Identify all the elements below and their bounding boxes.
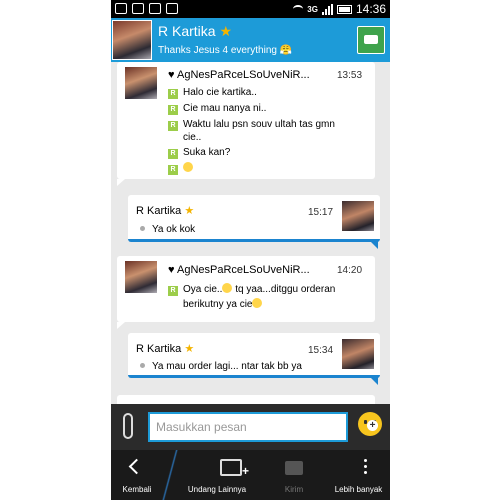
chats-icon[interactable] bbox=[357, 26, 385, 54]
signal-icon bbox=[321, 3, 333, 15]
invite-button[interactable]: Undang Lainnya bbox=[173, 450, 261, 500]
message-line: R Cie mau nanya ni.. bbox=[168, 102, 266, 115]
delivered-icon bbox=[140, 226, 145, 231]
bbm-r-icon: R bbox=[168, 105, 178, 115]
battery-icon bbox=[336, 4, 352, 14]
message-time: 15:17 bbox=[308, 207, 334, 218]
notification-icon bbox=[115, 3, 127, 14]
chevron-left-icon bbox=[128, 458, 145, 475]
contact-name: R Kartika ★ bbox=[158, 23, 232, 40]
sender-name-text: R Kartika bbox=[136, 205, 182, 217]
heart-icon: ♥ bbox=[168, 264, 175, 276]
more-button[interactable]: Lebih banyak bbox=[327, 450, 390, 500]
outgoing-message: R Kartika ★ 15:34 Ya mau order lagi... n… bbox=[128, 333, 380, 385]
message-time: 15:34 bbox=[308, 345, 334, 356]
star-icon: ★ bbox=[219, 23, 233, 39]
smiley-icon bbox=[252, 298, 263, 308]
smiley-icon bbox=[183, 162, 193, 172]
bbm-notification-icon bbox=[166, 3, 178, 14]
bbm-r-icon: R bbox=[168, 165, 178, 175]
bubble-tail bbox=[370, 241, 378, 249]
message-input[interactable] bbox=[148, 412, 348, 442]
phone-screen: 3G 14:36 R Kartika ★ Thanks Jesus 4 ever… bbox=[111, 0, 390, 500]
message-line: Ya mau order lagi... ntar tak bb ya bbox=[140, 360, 302, 373]
bbm-r-icon: R bbox=[168, 286, 178, 296]
invite-label: Undang Lainnya bbox=[187, 485, 247, 494]
message-line-cont: cie.. bbox=[183, 132, 202, 143]
message-line: Ya ok kok bbox=[140, 223, 195, 236]
incoming-message: ♥ AgNesPaRceLSoUveNiR... 14:20 R Oya cie.… bbox=[117, 256, 375, 329]
more-label: Lebih banyak bbox=[334, 485, 383, 494]
heart-icon: ♥ bbox=[168, 69, 175, 81]
message-line: R Waktu lalu psn souv ultah tas gmn bbox=[168, 118, 335, 131]
own-avatar bbox=[342, 201, 374, 231]
contact-name-text: R Kartika bbox=[158, 23, 216, 39]
delivered-icon bbox=[140, 363, 145, 368]
message-line: R Halo cie kartika.. bbox=[168, 86, 257, 99]
bubble-tail bbox=[117, 179, 125, 186]
message-line-cont: berikutny ya cie bbox=[183, 298, 263, 311]
incoming-message: ♥ AgNesPaRceLSoUveNiR... 13:53 R Halo cie… bbox=[117, 62, 375, 186]
add-icon: + bbox=[367, 420, 378, 431]
star-icon: ★ bbox=[184, 205, 195, 217]
sender-name: ♥ AgNesPaRceLSoUveNiR... bbox=[168, 264, 310, 276]
conversation[interactable]: ♥ AgNesPaRceLSoUveNiR... 13:53 R Halo cie… bbox=[111, 62, 390, 407]
bbm-r-icon: R bbox=[168, 149, 178, 159]
status-bar: 3G 14:36 bbox=[111, 0, 390, 18]
contact-status: Thanks Jesus 4 everything 😤 bbox=[158, 45, 293, 56]
download-notification-icon bbox=[149, 3, 161, 14]
wifi-icon bbox=[293, 5, 304, 13]
emoji-icon[interactable]: + bbox=[358, 412, 382, 436]
sender-name-text: AgNesPaRceLSoUveNiR... bbox=[176, 69, 310, 81]
status-time: 14:36 bbox=[355, 2, 386, 16]
star-icon: ★ bbox=[184, 343, 195, 355]
invite-icon bbox=[220, 459, 249, 478]
bottom-nav: Kembali Undang Lainnya Kirim Lebih banya… bbox=[111, 450, 390, 500]
sender-name: R Kartika ★ bbox=[136, 204, 194, 217]
back-label: Kembali bbox=[122, 485, 152, 494]
bbm-r-icon: R bbox=[168, 89, 178, 99]
contact-avatar[interactable] bbox=[112, 20, 152, 60]
bbm-icon bbox=[285, 461, 303, 475]
send-button[interactable]: Kirim bbox=[261, 450, 327, 500]
sender-avatar bbox=[125, 261, 157, 293]
sender-name-text: AgNesPaRceLSoUveNiR... bbox=[176, 264, 310, 276]
sender-name-text: R Kartika bbox=[136, 343, 182, 355]
outgoing-message: R Kartika ★ 15:17 Ya ok kok bbox=[128, 195, 380, 249]
compose-bar: + bbox=[111, 404, 390, 450]
smiley-icon bbox=[222, 283, 233, 293]
bubble-tail bbox=[370, 377, 378, 385]
message-line: R Suka kan? bbox=[168, 146, 230, 159]
message-line: R Oya cie.. tq yaa...ditggu orderan bbox=[168, 283, 335, 296]
bbm-r-icon: R bbox=[168, 121, 178, 131]
send-label: Kirim bbox=[284, 485, 304, 494]
message-time: 13:53 bbox=[337, 70, 363, 81]
notification-icons bbox=[115, 3, 178, 14]
message-line: R bbox=[168, 162, 193, 175]
sender-name: R Kartika ★ bbox=[136, 342, 194, 355]
own-avatar bbox=[342, 339, 374, 369]
sender-name: ♥ AgNesPaRceLSoUveNiR... bbox=[168, 69, 310, 81]
back-button[interactable]: Kembali bbox=[111, 450, 163, 500]
attach-icon[interactable] bbox=[123, 413, 133, 439]
chat-header[interactable]: R Kartika ★ Thanks Jesus 4 everything 😤 bbox=[111, 18, 390, 62]
message-time: 14:20 bbox=[337, 265, 363, 276]
more-icon bbox=[364, 459, 367, 462]
sender-avatar bbox=[125, 67, 157, 99]
bubble-tail bbox=[117, 322, 125, 329]
network-type: 3G bbox=[307, 4, 318, 14]
image-notification-icon bbox=[132, 3, 144, 14]
